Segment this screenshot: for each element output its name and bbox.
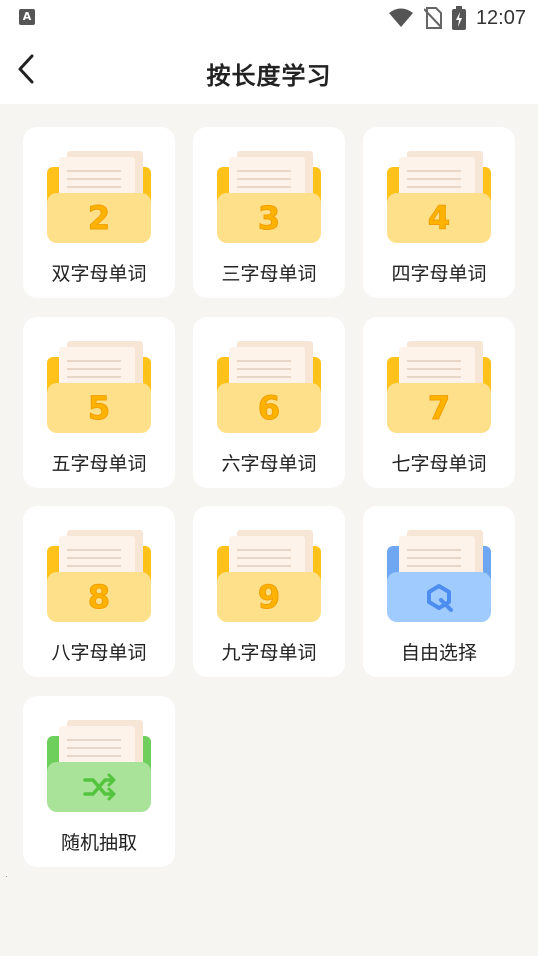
number-badge: 3 [257, 199, 280, 238]
header-bar: 按长度学习 [0, 38, 538, 104]
card-label: 八字母单词 [51, 642, 147, 664]
shuffle-icon [83, 773, 116, 801]
number-badge: 6 [257, 389, 280, 428]
category-card[interactable]: 随机抽取 [23, 696, 175, 867]
no-sim-icon [423, 7, 442, 29]
number-badge: 7 [427, 389, 450, 428]
card-label: 随机抽取 [60, 832, 137, 854]
category-card[interactable]: 8 八字母单词 [23, 506, 175, 677]
svg-text:3: 3 [258, 199, 280, 237]
category-card[interactable]: 9 九字母单词 [193, 506, 345, 677]
card-label: 三字母单词 [221, 263, 317, 285]
category-card[interactable]: 3 三字母单词 [193, 127, 345, 298]
card-label: 九字母单词 [221, 642, 317, 664]
number-badge: 8 [87, 578, 110, 617]
category-card[interactable]: 自由选择 [363, 506, 515, 677]
svg-text:6: 6 [258, 389, 280, 427]
svg-text:8: 8 [88, 578, 110, 616]
card-label: 自由选择 [400, 642, 477, 664]
a-notification-icon: A [19, 9, 35, 25]
card-label: 五字母单词 [51, 453, 147, 475]
svg-text:9: 9 [258, 578, 280, 616]
category-card[interactable]: 6 六字母单词 [193, 317, 345, 488]
page-title: 按长度学习 [206, 62, 332, 90]
refresh-select-icon [427, 584, 453, 612]
stray-dot [6, 876, 7, 877]
number-badge: 5 [87, 389, 110, 428]
svg-text:2: 2 [88, 199, 110, 237]
category-card[interactable]: 7 七字母单词 [363, 317, 515, 488]
card-label: 六字母单词 [221, 453, 317, 475]
card-label: 双字母单词 [51, 263, 147, 285]
wifi-icon [388, 8, 413, 27]
status-time: 12:07 [475, 6, 526, 29]
svg-text:4: 4 [428, 199, 450, 237]
category-card[interactable]: 5 五字母单词 [23, 317, 175, 488]
category-card[interactable]: 4 四字母单词 [363, 127, 515, 298]
battery-charging-icon [451, 6, 466, 30]
card-label: 七字母单词 [391, 453, 487, 475]
status-bar: A 12:07 [0, 0, 538, 38]
category-card[interactable]: 2 双字母单词 [23, 127, 175, 298]
number-badge: 9 [257, 578, 280, 617]
number-badge: 2 [87, 199, 110, 238]
status-icons: 12:07 [388, 5, 526, 31]
svg-text:7: 7 [428, 389, 450, 427]
number-badge: 4 [427, 199, 450, 238]
svg-text:5: 5 [88, 389, 110, 427]
card-label: 四字母单词 [391, 263, 487, 285]
